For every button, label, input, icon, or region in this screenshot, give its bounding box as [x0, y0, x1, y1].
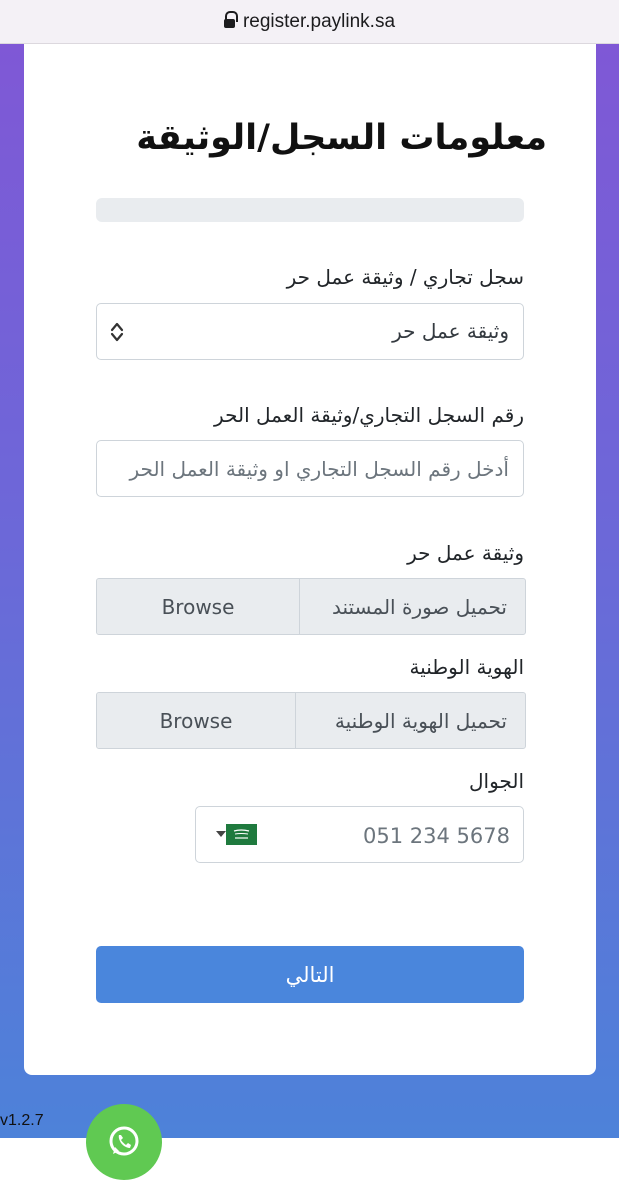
- doc-number-label: رقم السجل التجاري/وثيقة العمل الحر: [214, 403, 524, 427]
- progress-bar: [96, 198, 524, 222]
- id-upload-label: الهوية الوطنية: [409, 655, 524, 679]
- doc-number-input[interactable]: أدخل رقم السجل التجاري او وثيقة العمل ال…: [96, 440, 524, 497]
- version-label: v1.2.7: [0, 1112, 44, 1129]
- doc-type-selected-value: وثيقة عمل حر: [392, 319, 509, 343]
- doc-type-select[interactable]: وثيقة عمل حر: [96, 303, 524, 360]
- doc-upload-label: وثيقة عمل حر: [407, 541, 524, 565]
- whatsapp-chat-button[interactable]: [86, 1104, 162, 1180]
- saudi-arabia-flag-icon[interactable]: [226, 824, 257, 845]
- id-browse-button[interactable]: Browse: [97, 693, 296, 748]
- mobile-input[interactable]: 051 234 5678: [195, 806, 524, 863]
- url-text: register.paylink.sa: [242, 10, 396, 32]
- mobile-number-value: 051 234 5678: [363, 824, 510, 848]
- doc-browse-button[interactable]: Browse: [97, 579, 300, 634]
- browser-address-bar[interactable]: register.paylink.sa: [0, 0, 619, 44]
- page-title: معلومات السجل/الوثيقة: [136, 118, 547, 158]
- select-arrows-icon: [110, 322, 124, 342]
- doc-upload-field[interactable]: Browse تحميل صورة المستند: [96, 578, 526, 635]
- mobile-label: الجوال: [469, 769, 524, 793]
- country-dropdown-caret-icon[interactable]: [216, 831, 226, 837]
- next-button[interactable]: التالي: [96, 946, 524, 1003]
- doc-number-placeholder: أدخل رقم السجل التجاري او وثيقة العمل ال…: [129, 457, 509, 481]
- whatsapp-icon: [109, 1126, 139, 1156]
- doc-type-label: سجل تجاري / وثيقة عمل حر: [286, 265, 524, 289]
- id-upload-text: تحميل الهوية الوطنية: [334, 709, 507, 733]
- doc-upload-text: تحميل صورة المستند: [331, 595, 507, 619]
- id-upload-field[interactable]: Browse تحميل الهوية الوطنية: [96, 692, 526, 749]
- lock-icon: [223, 10, 238, 31]
